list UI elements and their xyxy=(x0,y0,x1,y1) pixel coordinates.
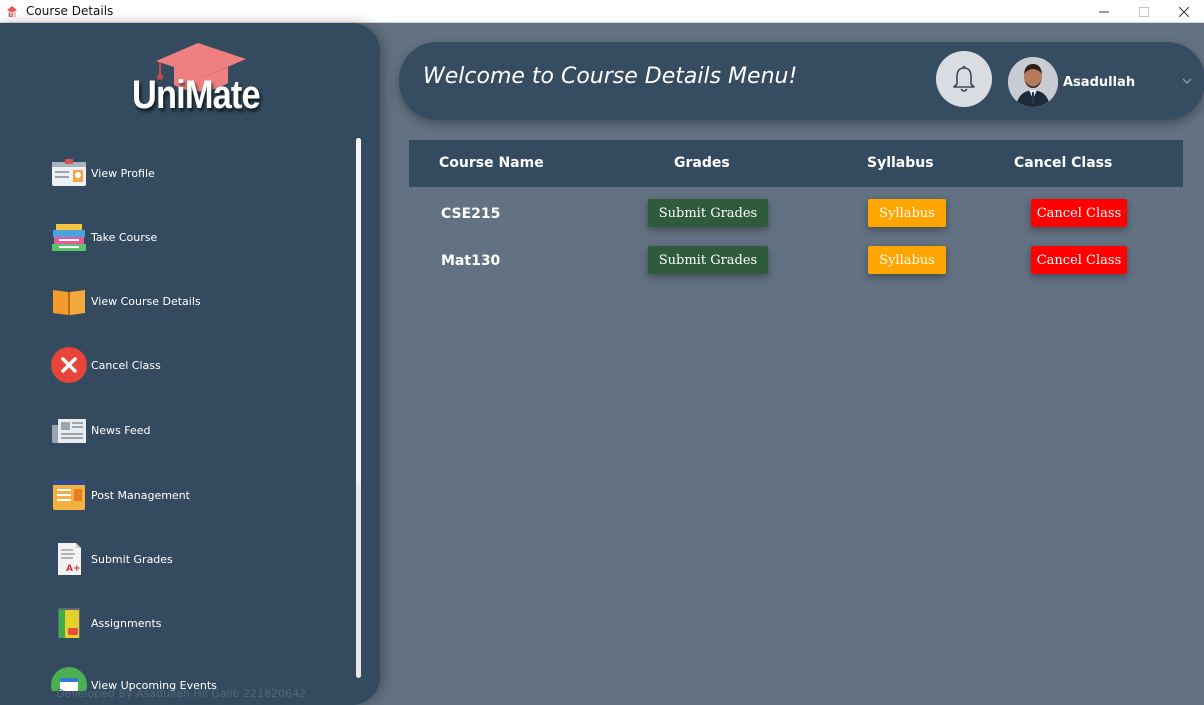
chevron-down-icon xyxy=(1182,78,1192,84)
svg-text:U: U xyxy=(9,13,13,18)
sidebar-item-cancel-class[interactable]: Cancel Class xyxy=(50,343,340,387)
header-bar: Welcome to Course Details Menu! Asadulla… xyxy=(399,42,1204,120)
cancel-class-button[interactable]: Cancel Class xyxy=(1031,199,1127,227)
sidebar-item-news-feed[interactable]: News Feed xyxy=(50,408,340,452)
table-header: Course Name Grades Syllabus Cancel Class xyxy=(409,140,1183,187)
cancel-circle-icon xyxy=(50,346,88,384)
column-header-cancel-class: Cancel Class xyxy=(1014,155,1113,171)
sidebar-item-submit-grades[interactable]: A+ Submit Grades xyxy=(50,537,340,581)
post-icon xyxy=(50,476,88,514)
grade-document-icon: A+ xyxy=(50,540,88,578)
user-avatar-icon xyxy=(1008,57,1058,107)
svg-text:A+: A+ xyxy=(66,564,81,574)
close-button[interactable] xyxy=(1164,0,1204,23)
page-title: Welcome to Course Details Menu! xyxy=(423,64,798,89)
sidebar-item-take-course[interactable]: Take Course xyxy=(50,215,340,259)
sidebar-item-label: View Profile xyxy=(91,166,155,180)
window-title: Course Details xyxy=(26,4,114,18)
assignment-icon xyxy=(50,604,88,642)
user-name[interactable]: Asadullah xyxy=(1063,75,1135,90)
sidebar: UniMate View Profile Take Course View Co… xyxy=(0,23,380,705)
newspaper-icon xyxy=(50,411,88,449)
sidebar-scrollbar[interactable] xyxy=(356,138,361,678)
open-book-icon xyxy=(50,282,88,320)
sidebar-item-view-profile[interactable]: View Profile xyxy=(50,151,340,195)
minimize-icon xyxy=(1099,11,1109,12)
scrollbar-thumb[interactable] xyxy=(356,138,361,483)
close-icon xyxy=(1179,6,1189,17)
sidebar-item-label: Cancel Class xyxy=(91,358,161,372)
books-icon xyxy=(50,218,88,256)
sidebar-item-label: Assignments xyxy=(91,616,162,630)
notifications-button[interactable] xyxy=(936,51,992,107)
unimate-logo: UniMate xyxy=(128,41,268,121)
column-header-grades: Grades xyxy=(674,155,730,171)
id-card-icon xyxy=(50,154,88,192)
syllabus-button[interactable]: Syllabus xyxy=(868,199,946,227)
maximize-icon xyxy=(1139,6,1149,17)
maximize-button[interactable] xyxy=(1124,0,1164,23)
sidebar-item-post-management[interactable]: Post Management xyxy=(50,473,340,517)
logo-text: UniMate xyxy=(132,73,261,117)
submit-grades-button[interactable]: Submit Grades xyxy=(648,246,768,274)
minimize-button[interactable] xyxy=(1084,0,1124,23)
course-name-cell: Mat130 xyxy=(441,253,501,269)
syllabus-button[interactable]: Syllabus xyxy=(868,246,946,274)
developer-credit: Developed By Asadullah Hil Galib 2218206… xyxy=(56,687,307,700)
bell-icon xyxy=(953,65,975,92)
submit-grades-button[interactable]: Submit Grades xyxy=(648,199,768,227)
sidebar-item-label: Submit Grades xyxy=(91,552,173,566)
main-area: UniMate View Profile Take Course View Co… xyxy=(0,23,1204,705)
column-header-course-name: Course Name xyxy=(439,155,544,171)
sidebar-item-label: Post Management xyxy=(91,488,190,502)
sidebar-item-assignments[interactable]: Assignments xyxy=(50,601,340,645)
sidebar-item-label: Take Course xyxy=(91,230,158,244)
cancel-class-button[interactable]: Cancel Class xyxy=(1031,246,1127,274)
user-menu-toggle[interactable] xyxy=(1182,74,1192,88)
sidebar-item-label: News Feed xyxy=(91,423,151,437)
title-bar: U Course Details xyxy=(0,0,1204,23)
column-header-syllabus: Syllabus xyxy=(867,155,934,171)
avatar[interactable] xyxy=(1008,57,1058,107)
app-icon: U xyxy=(5,4,19,19)
course-name-cell: CSE215 xyxy=(441,206,501,222)
sidebar-item-view-course-details[interactable]: View Course Details xyxy=(50,279,340,323)
sidebar-item-label: View Course Details xyxy=(91,294,201,308)
